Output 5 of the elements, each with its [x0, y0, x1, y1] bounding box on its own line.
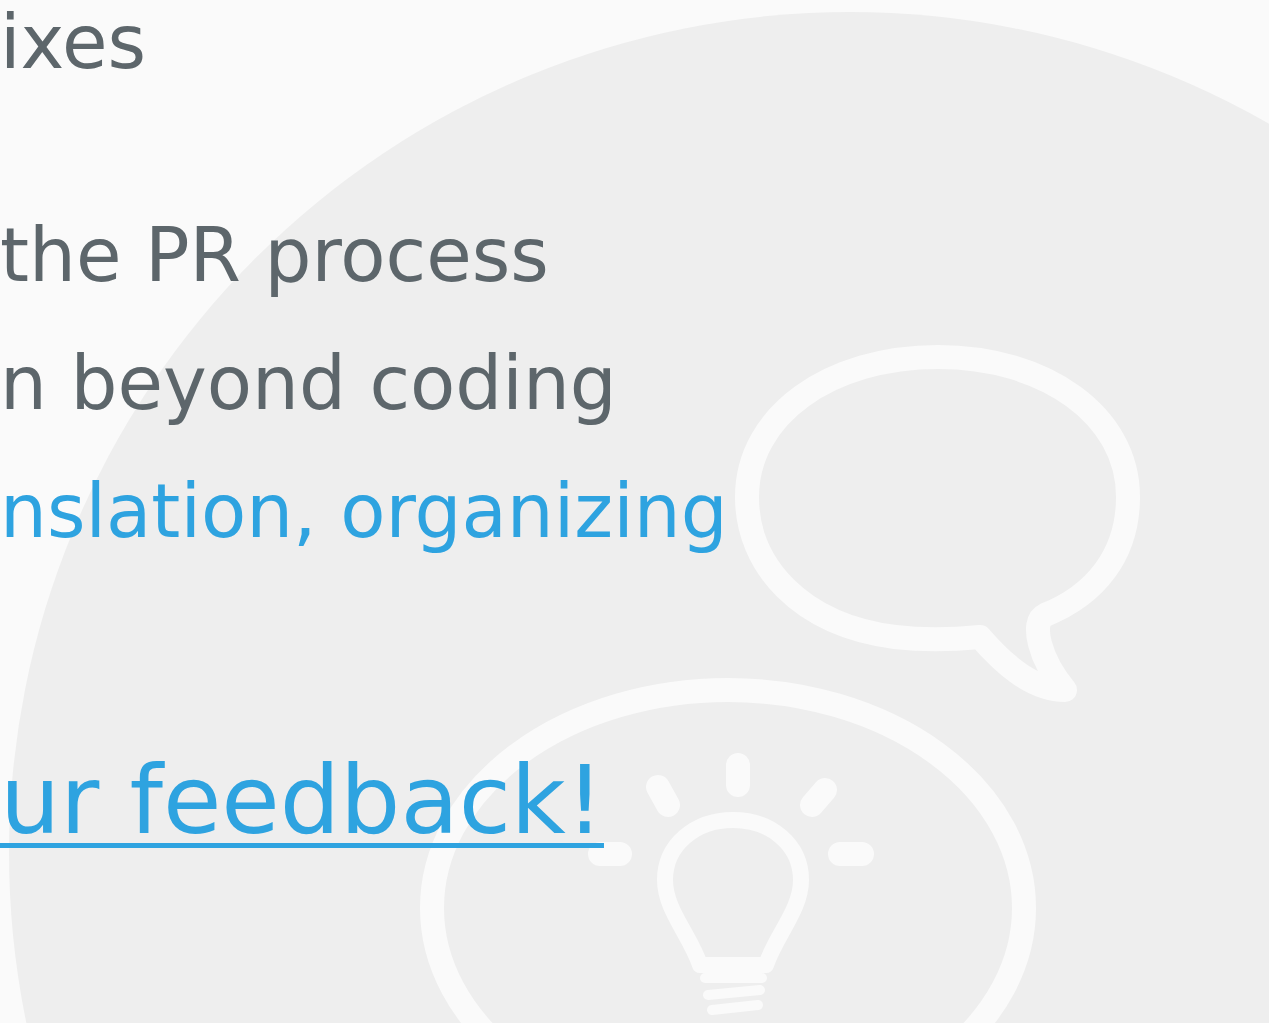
text-line: ixes — [0, 0, 147, 84]
text-line: the PR process — [0, 211, 549, 300]
text-line: nslation, organizing — [0, 467, 728, 556]
feedback-link[interactable]: ur feedback! — [0, 740, 604, 860]
text-line: n beyond coding — [0, 339, 617, 428]
